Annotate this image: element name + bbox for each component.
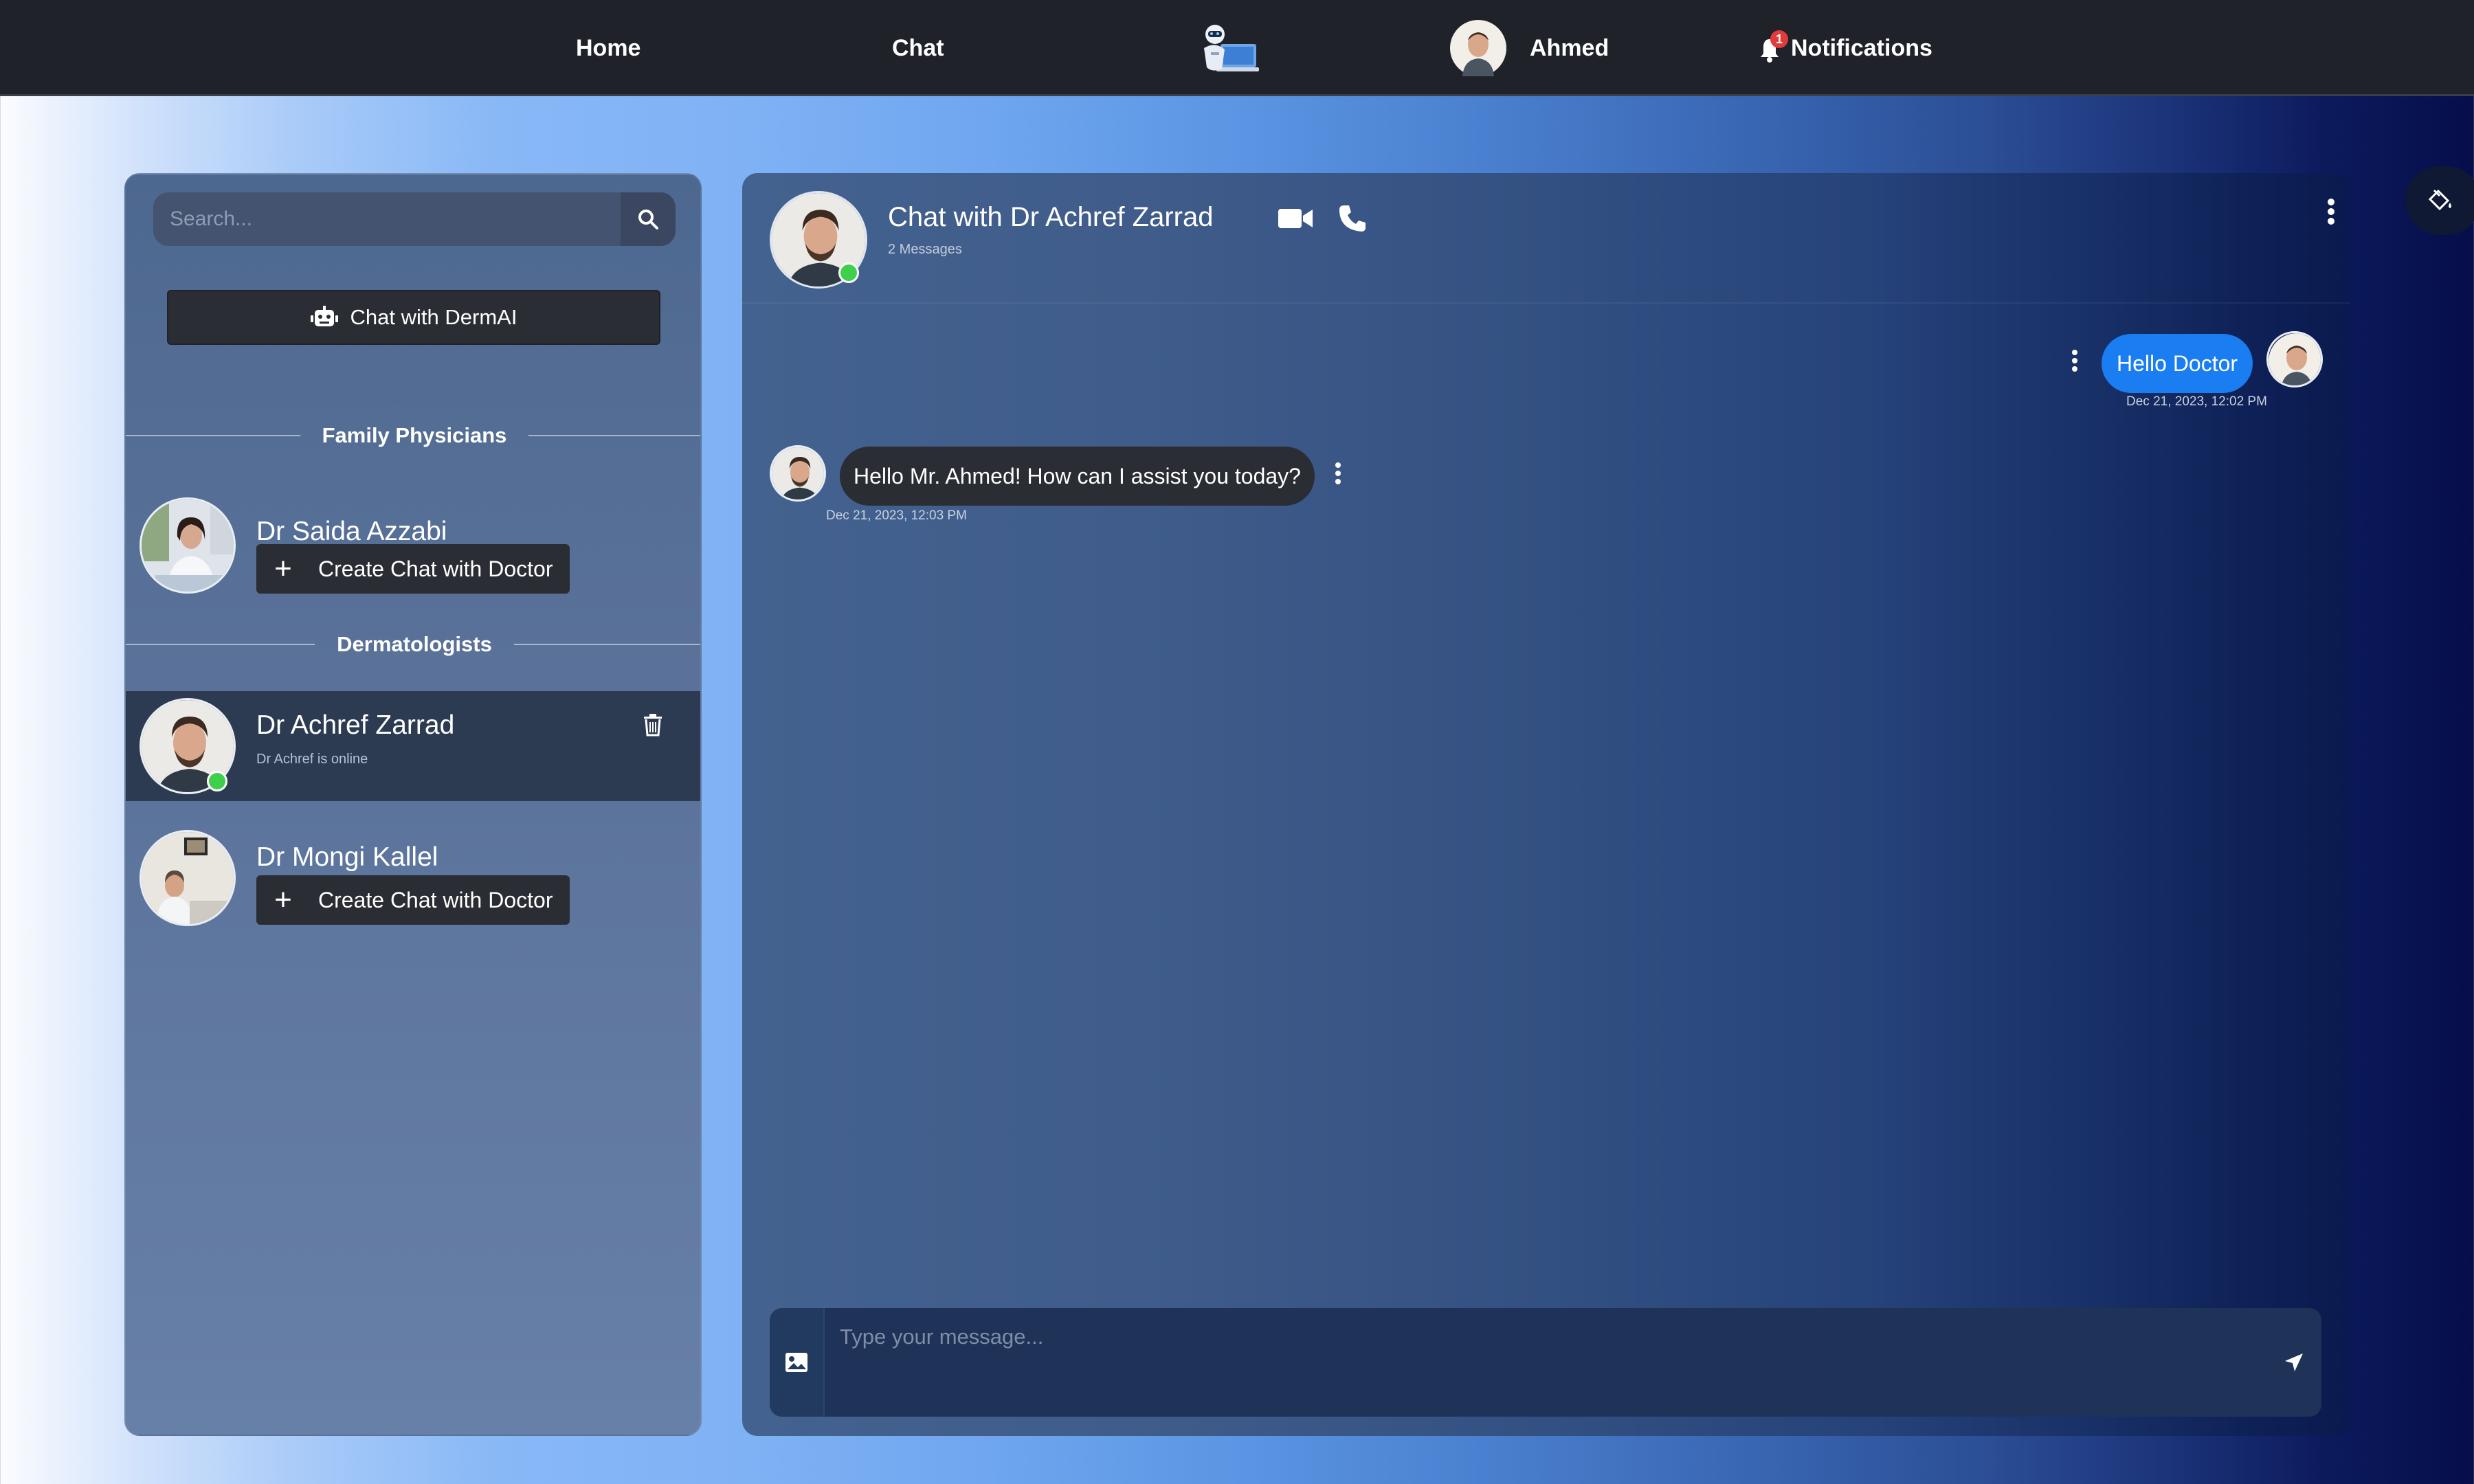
doctor-avatar	[770, 445, 826, 502]
doctor-row[interactable]: Dr Mongi Kallel + Create Chat with Docto…	[126, 830, 700, 940]
section-dermatologists: Dermatologists	[126, 631, 700, 658]
nav-home-link[interactable]: Home	[576, 0, 640, 96]
plus-icon: +	[274, 883, 292, 917]
search-bar	[153, 192, 676, 246]
section-title: Family Physicians	[322, 423, 507, 447]
create-chat-button[interactable]: + Create Chat with Doctor	[256, 544, 570, 594]
search-icon	[638, 210, 658, 229]
image-icon	[785, 1353, 807, 1372]
send-icon[interactable]	[2266, 1308, 2321, 1417]
doctor-row-active[interactable]: Dr Achref Zarrad Dr Achref is online	[126, 691, 700, 801]
doctor-row[interactable]: Dr Saida Azzabi + Create Chat with Docto…	[126, 491, 700, 600]
section-title: Dermatologists	[337, 632, 492, 656]
notification-badge: 1	[1770, 30, 1788, 48]
nav-user-profile[interactable]: Ahmed	[1450, 0, 1609, 96]
nav-notifications[interactable]: 1 Notifications	[1759, 0, 1932, 96]
chat-panel: Chat with Dr Achref Zarrad 2 Messages He…	[742, 173, 2350, 1436]
message-count: 2 Messages	[888, 242, 962, 257]
plus-icon: +	[274, 552, 292, 585]
bell-icon: 1	[1759, 30, 1788, 63]
user-name: Ahmed	[1530, 34, 1609, 61]
chat-title: Chat with Dr Achref Zarrad	[888, 202, 1214, 232]
more-options-icon[interactable]	[2327, 198, 2335, 228]
doctor-name: Dr Mongi Kallel	[256, 842, 438, 872]
message-composer	[770, 1308, 2321, 1417]
incoming-message-bubble: Hello Mr. Ahmed! How can I assist you to…	[840, 447, 1315, 506]
chat-with-dermai-label: Chat with DermAI	[350, 305, 517, 329]
video-call-icon[interactable]	[1278, 206, 1313, 234]
trash-icon[interactable]	[643, 713, 663, 739]
contacts-sidebar: Chat with DermAI Family Physicians Dr Sa…	[124, 173, 702, 1436]
user-avatar	[2266, 331, 2323, 387]
search-button[interactable]	[621, 192, 676, 246]
online-indicator	[207, 771, 227, 791]
message-timestamp: Dec 21, 2023, 12:02 PM	[2126, 394, 2267, 409]
message-timestamp: Dec 21, 2023, 12:03 PM	[826, 508, 967, 523]
doctor-name: Dr Saida Azzabi	[256, 517, 447, 546]
user-avatar	[1450, 20, 1506, 76]
doctor-status: Dr Achref is online	[256, 752, 368, 767]
robot-icon	[310, 306, 338, 326]
message-options-icon[interactable]	[2071, 349, 2078, 375]
top-navbar: Home Chat Ahmed 1 Notifications	[0, 0, 2474, 96]
chat-header: Chat with Dr Achref Zarrad 2 Messages	[742, 173, 2350, 304]
message-input[interactable]	[825, 1308, 2266, 1366]
paint-bucket-icon[interactable]	[2405, 166, 2474, 235]
search-input[interactable]	[153, 192, 621, 246]
attach-image-button[interactable]	[770, 1308, 825, 1417]
online-indicator	[838, 262, 859, 283]
create-chat-label: Create Chat with Doctor	[318, 556, 553, 581]
doctor-avatar	[140, 830, 236, 926]
robot-laptop-logo-icon[interactable]	[1194, 0, 1259, 96]
notifications-label: Notifications	[1791, 34, 1932, 61]
nav-chat-link[interactable]: Chat	[892, 0, 944, 96]
chat-with-dermai-button[interactable]: Chat with DermAI	[167, 290, 660, 345]
message-options-icon[interactable]	[1335, 462, 1341, 488]
phone-call-icon[interactable]	[1337, 203, 1368, 236]
create-chat-label: Create Chat with Doctor	[318, 887, 553, 912]
section-family-physicians: Family Physicians	[126, 422, 700, 449]
doctor-avatar	[140, 497, 236, 594]
create-chat-button[interactable]: + Create Chat with Doctor	[256, 875, 570, 925]
outgoing-message-bubble: Hello Doctor	[2102, 334, 2253, 393]
doctor-name: Dr Achref Zarrad	[256, 710, 455, 740]
